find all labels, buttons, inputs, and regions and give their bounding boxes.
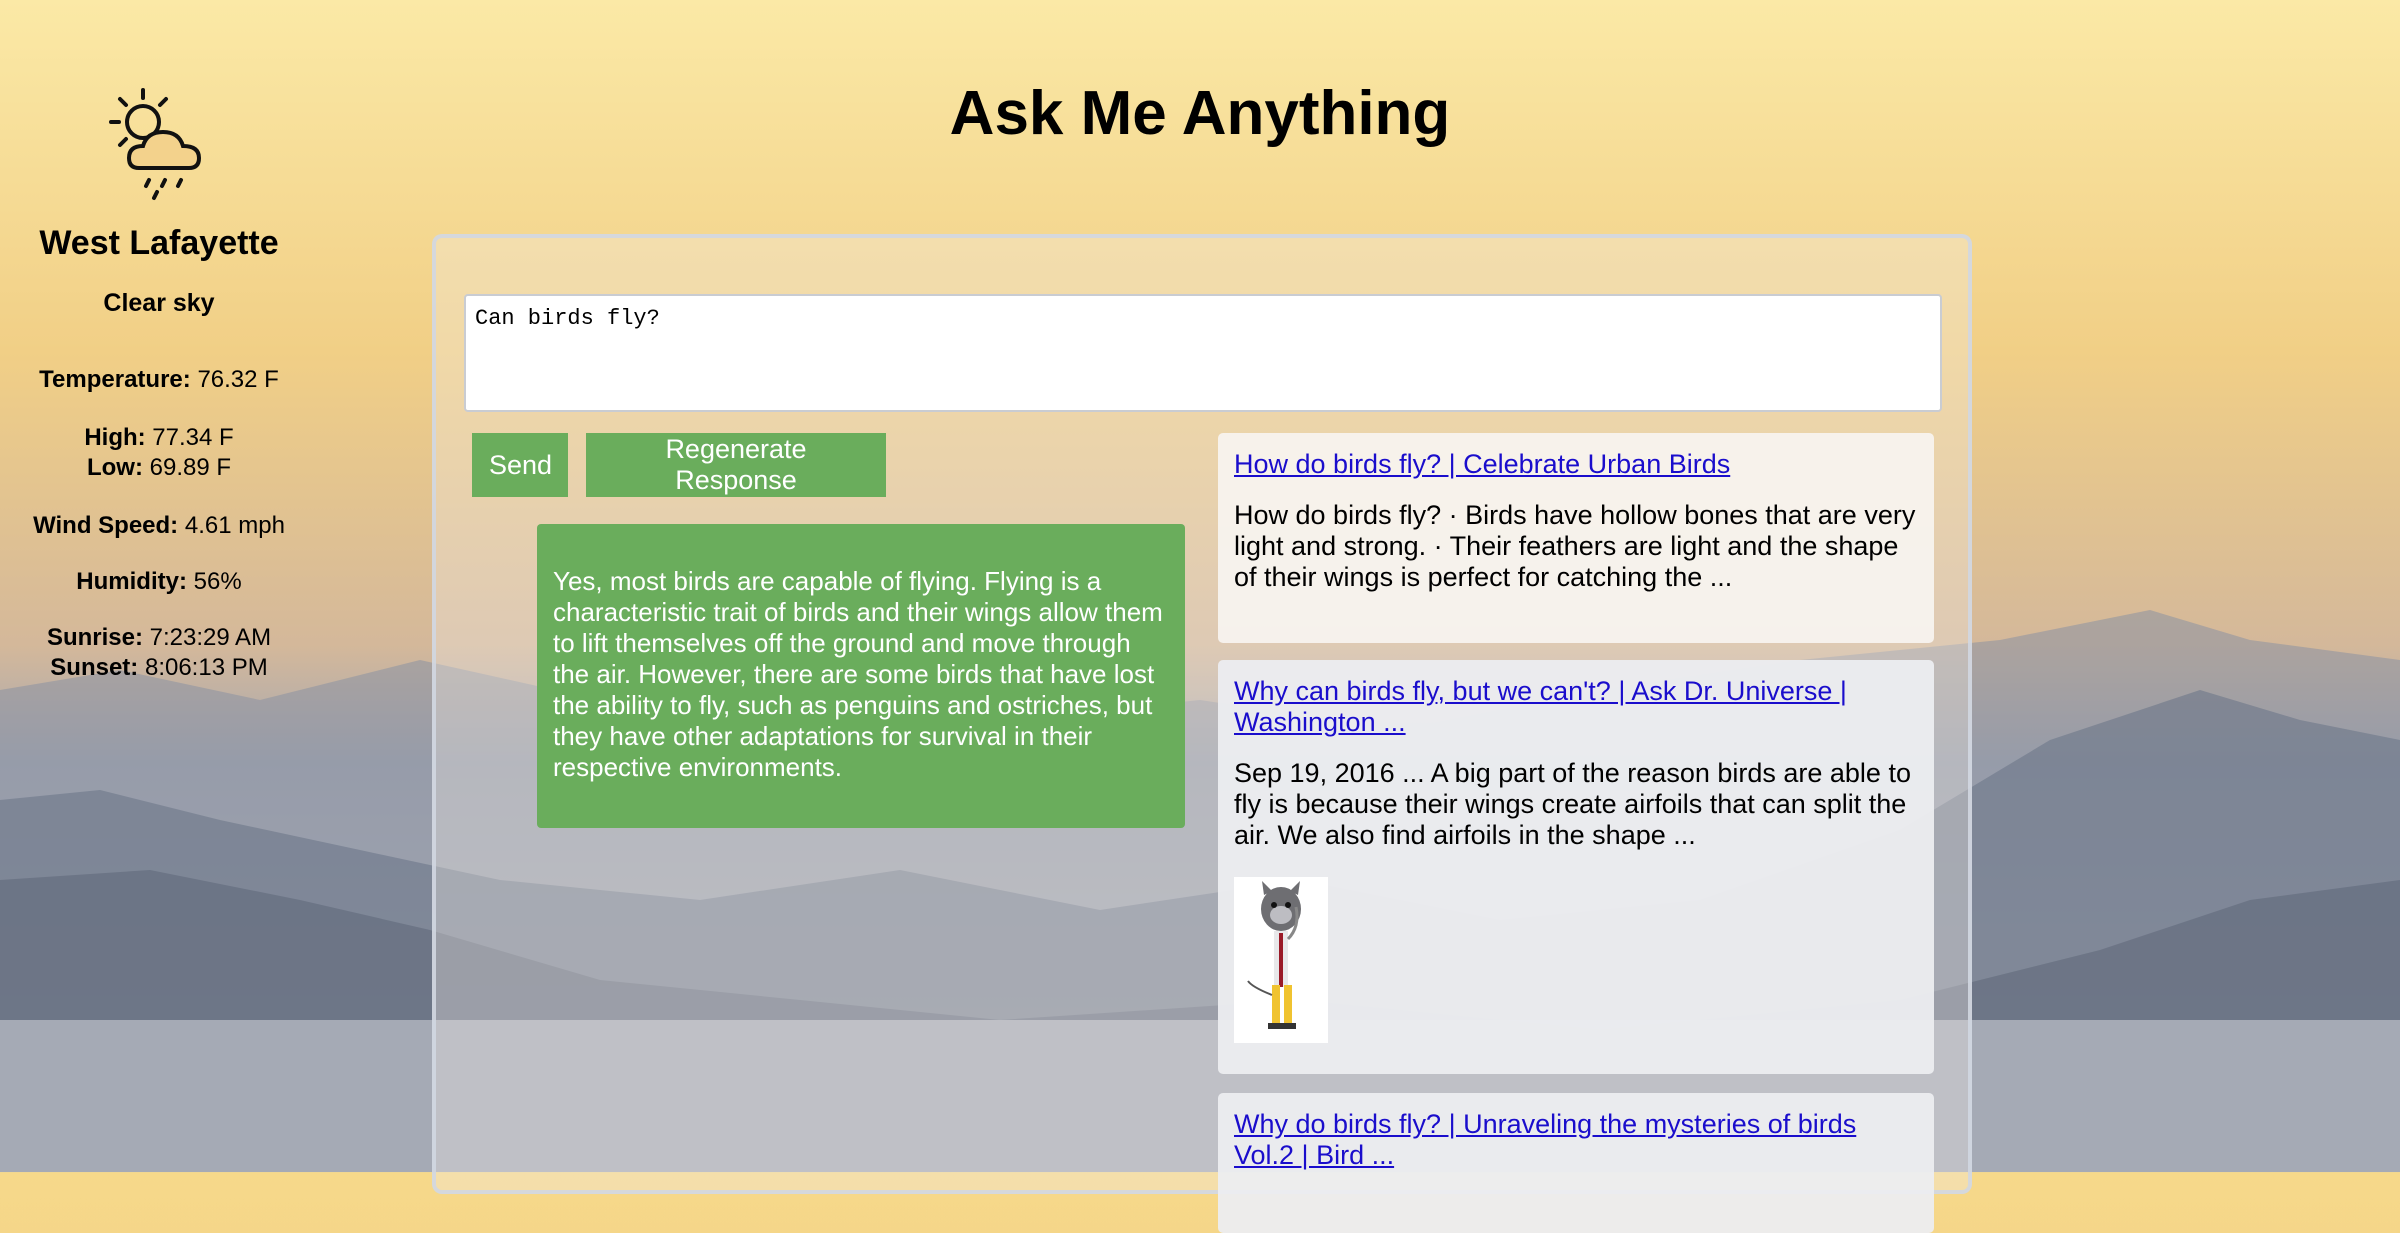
send-button[interactable]: Send xyxy=(472,433,568,497)
wind-row: Wind Speed: 4.61 mph xyxy=(0,512,318,540)
sunset-value: 8:06:13 PM xyxy=(144,654,268,681)
search-result-snippet: How do birds fly? · Birds have hollow bo… xyxy=(1234,500,1916,592)
high-value: 77.34 F xyxy=(152,424,234,451)
search-result: How do birds fly? | Celebrate Urban Bird… xyxy=(1218,433,1934,643)
page-title: Ask Me Anything xyxy=(949,79,1451,148)
low-label: Low: xyxy=(86,454,143,481)
temperature-row: Temperature: 76.32 F xyxy=(0,366,318,394)
temperature-value: 76.32 F xyxy=(197,366,279,393)
humidity-label: Humidity: xyxy=(76,568,187,595)
humidity-row: Humidity: 56% xyxy=(0,568,318,596)
city-name: West Lafayette xyxy=(39,224,279,262)
wind-label: Wind Speed: xyxy=(33,512,179,539)
search-result: Why do birds fly? | Unraveling the myste… xyxy=(1218,1093,1934,1233)
search-result-snippet: Sep 19, 2016 ... A big part of the reaso… xyxy=(1234,758,1911,850)
sunrise-row: Sunrise: 7:23:29 AM xyxy=(0,624,318,652)
weather-widget: West Lafayette Clear sky Temperature: 76… xyxy=(0,70,318,682)
search-result: Why can birds fly, but we can't? | Ask D… xyxy=(1218,660,1934,1074)
high-label: High: xyxy=(84,424,146,451)
humidity-value: 56% xyxy=(193,568,242,595)
weather-description: Clear sky xyxy=(103,289,215,317)
answer-bubble: Yes, most birds are capable of flying. F… xyxy=(537,524,1185,828)
sunrise-label: Sunrise: xyxy=(46,624,143,651)
search-result-link[interactable]: Why can birds fly, but we can't? | Ask D… xyxy=(1234,676,1847,737)
sunset-label: Sunset: xyxy=(50,654,139,681)
high-row: High: 77.34 F xyxy=(0,424,318,452)
search-result-link[interactable]: How do birds fly? | Celebrate Urban Bird… xyxy=(1234,449,1730,479)
temperature-label: Temperature: xyxy=(39,366,191,393)
sunrise-value: 7:23:29 AM xyxy=(149,624,272,651)
regenerate-response-button[interactable]: Regenerate Response xyxy=(586,433,886,497)
wind-value: 4.61 mph xyxy=(184,512,285,539)
low-row: Low: 69.89 F xyxy=(0,454,318,482)
chat-panel: Can birds fly? Send Regenerate Response … xyxy=(432,234,1972,1233)
low-value: 69.89 F xyxy=(149,454,232,481)
question-input[interactable]: Can birds fly? xyxy=(464,294,1942,412)
sunset-row: Sunset: 8:06:13 PM xyxy=(0,654,318,682)
result-thumbnail-image xyxy=(1234,877,1328,1043)
search-result-link[interactable]: Why do birds fly? | Unraveling the myste… xyxy=(1234,1109,1856,1170)
